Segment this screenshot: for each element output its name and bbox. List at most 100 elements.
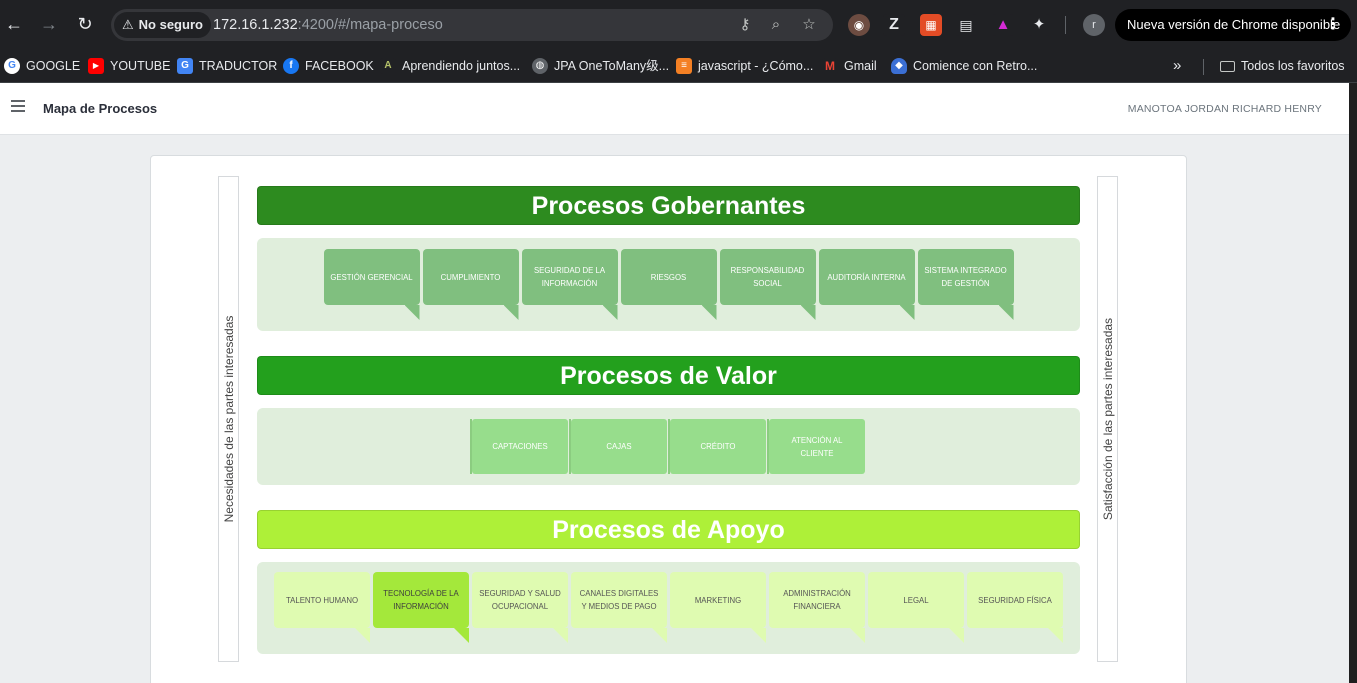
page-title: Mapa de Procesos — [43, 101, 158, 116]
tile-tail — [503, 305, 519, 320]
gobernantes-banner: Procesos Gobernantes — [257, 186, 1080, 225]
bookmark-gmail[interactable]: M Gmail — [822, 54, 877, 78]
process-tile[interactable]: ADMINISTRACIÓN FINANCIERA — [769, 572, 865, 643]
bookmark-traductor[interactable]: G TRADUCTOR — [177, 54, 277, 78]
bookmark-youtube[interactable]: ▶ YOUTUBE — [88, 54, 170, 78]
process-label: SEGURIDAD FÍSICA — [978, 595, 1052, 605]
needs-label: Necesidades de las partes interesadas — [221, 315, 236, 523]
process-tile[interactable]: CAJAS — [569, 419, 667, 474]
folder-icon — [1220, 60, 1235, 72]
bookmark-label: javascript - ¿Cómo... — [698, 59, 814, 73]
process-label: SEGURIDAD Y SALUD OCUPACIONAL — [479, 589, 561, 611]
tile-tail — [404, 305, 420, 320]
process-tile[interactable]: AUDITORÍA INTERNA — [818, 249, 915, 320]
process-tile[interactable]: LEGAL — [868, 572, 964, 643]
url-text[interactable]: 172.16.1.232:4200/#/mapa-proceso — [213, 9, 443, 41]
process-tile[interactable]: RIESGOS — [620, 249, 717, 320]
tile-tail — [553, 628, 568, 643]
extension-grid-icon[interactable]: ▦ — [920, 14, 942, 36]
reload-icon[interactable]: ↻ — [73, 12, 97, 36]
process-tile[interactable]: TALENTO HUMANO — [274, 572, 370, 643]
bookmark-label: GOOGLE — [26, 59, 81, 73]
back-icon[interactable]: ← — [2, 12, 26, 36]
address-bar[interactable]: ⚠ No seguro 172.16.1.232:4200/#/mapa-pro… — [111, 9, 833, 41]
globe-icon: ◍ — [532, 58, 548, 74]
process-label: TALENTO HUMANO — [285, 595, 359, 605]
bookmark-jpa[interactable]: ◍ JPA OneToMany级... — [532, 54, 669, 78]
process-tile[interactable]: CANALES DIGITALES Y MEDIOS DE PAGO — [571, 572, 667, 643]
process-tile[interactable]: CAPTACIONES — [470, 419, 568, 474]
bookmark-facebook[interactable]: f FACEBOOK — [283, 54, 374, 78]
satisfaction-label: Satisfacción de las partes interesadas — [1100, 317, 1115, 521]
stackoverflow-icon: ≡ — [676, 58, 692, 74]
menu-icon[interactable] — [11, 100, 25, 114]
bookmarks-bar: G GOOGLE ▶ YOUTUBE G TRADUCTOR f FACEBOO… — [0, 50, 1357, 83]
google-icon: G — [4, 58, 20, 74]
valor-section: CAPTACIONES CAJAS CRÉDITO ATENCIÓN AL CL… — [257, 408, 1080, 485]
aprendiendo-icon: A — [380, 58, 396, 74]
process-tile[interactable]: ATENCIÓN AL CLIENTE — [767, 419, 865, 474]
process-label: GESTIÓN GERENCIAL — [330, 272, 413, 282]
window-scrollbar[interactable] — [1349, 83, 1357, 683]
gobernantes-section: GESTIÓN GERENCIAL CUMPLIMIENTO SEGURIDAD… — [257, 238, 1080, 331]
process-label: SISTEMA INTEGRADO DE GESTIÓN — [924, 266, 1007, 288]
tile-tail — [355, 628, 370, 643]
process-tile[interactable]: SEGURIDAD FÍSICA — [967, 572, 1063, 643]
bookmark-label: TRADUCTOR — [199, 59, 278, 73]
profile-avatar[interactable]: r — [1083, 14, 1105, 36]
user-name[interactable]: MANOTOA JORDAN RICHARD HENRY — [1128, 103, 1322, 115]
extensions-icon[interactable]: ✦ — [1028, 14, 1050, 36]
process-label: LEGAL — [903, 595, 929, 605]
tile-tail — [998, 305, 1014, 320]
all-favorites-button[interactable]: Todos los favoritos — [1220, 54, 1345, 78]
process-tile-active[interactable]: TECNOLOGÍA DE LA INFORMACIÓN — [373, 572, 469, 643]
bookmark-label: YOUTUBE — [110, 59, 171, 73]
extension-owl-icon[interactable]: ◉ — [848, 14, 870, 36]
bookmark-label: FACEBOOK — [305, 59, 374, 73]
process-label: CAJAS — [606, 442, 632, 451]
tile-tail — [454, 628, 469, 643]
extension-printer-icon[interactable]: ▤ — [955, 14, 977, 36]
tile-tail — [949, 628, 964, 643]
kebab-icon[interactable]: ⋮ — [1325, 9, 1341, 41]
process-tile[interactable]: RESPONSABILIDAD SOCIAL — [719, 249, 816, 320]
process-tile[interactable]: CRÉDITO — [668, 419, 766, 474]
process-label: AUDITORÍA INTERNA — [827, 272, 906, 282]
process-label: CRÉDITO — [700, 442, 736, 451]
star-icon[interactable]: ☆ — [799, 15, 819, 35]
process-label: ADMINISTRACIÓN FINANCIERA — [783, 589, 851, 611]
chrome-update-button[interactable]: Nueva versión de Chrome disponible ⋮ — [1115, 9, 1351, 41]
key-icon[interactable]: ⚷ — [735, 15, 755, 35]
zoom-icon[interactable]: ⌕ — [766, 15, 786, 35]
security-label: No seguro — [138, 17, 203, 32]
apoyo-banner: Procesos de Apoyo — [257, 510, 1080, 549]
more-bookmarks-icon[interactable]: » — [1173, 54, 1181, 78]
warning-icon: ⚠ — [122, 17, 134, 32]
security-chip[interactable]: ⚠ No seguro — [114, 12, 211, 38]
tile-tail — [850, 628, 865, 643]
bookmark-retro[interactable]: ◆ Comience con Retro... — [891, 54, 1037, 78]
process-label: CAPTACIONES — [492, 442, 548, 451]
process-tile[interactable]: SEGURIDAD DE LA INFORMACIÓN — [521, 249, 618, 320]
all-favorites-label: Todos los favoritos — [1241, 59, 1345, 73]
bookmark-google[interactable]: G GOOGLE — [4, 54, 80, 78]
valor-banner: Procesos de Valor — [257, 356, 1080, 395]
process-tile[interactable]: MARKETING — [670, 572, 766, 643]
process-label: SEGURIDAD DE LA INFORMACIÓN — [533, 266, 606, 288]
bookmark-stackoverflow[interactable]: ≡ javascript - ¿Cómo... — [676, 54, 813, 78]
process-tile[interactable]: GESTIÓN GERENCIAL — [323, 249, 420, 320]
browser-toolbar: ← → ↻ ⚠ No seguro 172.16.1.232:4200/#/ma… — [0, 0, 1357, 50]
process-label: TECNOLOGÍA DE LA INFORMACIÓN — [383, 589, 459, 611]
extension-z-icon[interactable]: Z — [883, 14, 905, 36]
process-tile[interactable]: CUMPLIMIENTO — [422, 249, 519, 320]
process-map-card: Necesidades de las partes interesadas Sa… — [150, 155, 1187, 683]
process-tile[interactable]: SISTEMA INTEGRADO DE GESTIÓN — [917, 249, 1014, 320]
process-tile[interactable]: SEGURIDAD Y SALUD OCUPACIONAL — [472, 572, 568, 643]
extension-angular-icon[interactable]: ▲ — [992, 14, 1014, 36]
satisfaction-panel: Satisfacción de las partes interesadas — [1097, 176, 1118, 662]
tile-tail — [800, 305, 816, 320]
forward-icon[interactable]: → — [37, 12, 61, 36]
bookmark-aprendiendo[interactable]: A Aprendiendo juntos... — [380, 54, 520, 78]
process-label: RESPONSABILIDAD SOCIAL — [730, 266, 805, 288]
apoyo-section: TALENTO HUMANO TECNOLOGÍA DE LA INFORMAC… — [257, 562, 1080, 654]
